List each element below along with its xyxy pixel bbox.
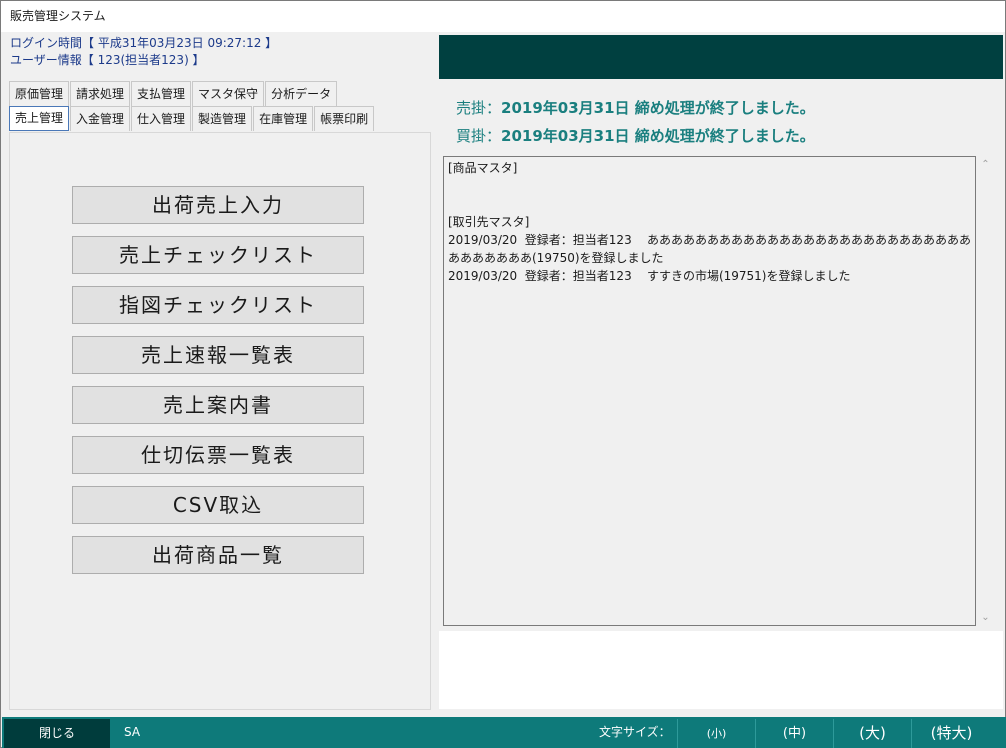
sales-flash-report-button[interactable]: 売上速報一覧表 — [72, 336, 364, 374]
header-bar — [439, 35, 1003, 79]
log-line: 2019/03/20 登録者：担当者123 ああああああああああああああああああ… — [448, 233, 971, 265]
sales-notice-text: 2019年03月31日 締め処理が終了しました。 — [501, 99, 815, 117]
blank-area — [439, 631, 1003, 709]
purchase-close-notice: 買掛：2019年03月31日 締め処理が終了しました。 — [456, 125, 815, 146]
tab-receipts[interactable]: 入金管理 — [70, 106, 131, 131]
tab-cost[interactable]: 原価管理 — [9, 81, 70, 106]
tab-inventory[interactable]: 在庫管理 — [253, 106, 314, 131]
log-line: 2019/03/20 登録者：担当者123 すすきの市場(19751)を登録しま… — [448, 269, 851, 283]
scroll-down-icon[interactable]: ⌄ — [977, 609, 994, 626]
log-line: ​ — [448, 177, 971, 195]
scroll-up-icon[interactable]: ⌃ — [977, 156, 994, 173]
window-title: 販売管理システム — [1, 1, 1005, 32]
tab-payment[interactable]: 支払管理 — [131, 81, 192, 106]
sales-label: 売掛： — [456, 99, 502, 117]
sales-checklist-button[interactable]: 売上チェックリスト — [72, 236, 364, 274]
user-info: ユーザー情報【 123(担当者123) 】 — [10, 53, 205, 67]
login-info: ログイン時間【 平成31年03月23日 09:27:12 】 ユーザー情報【 1… — [10, 35, 277, 69]
tab-billing[interactable]: 請求処理 — [70, 81, 131, 106]
font-size-label: 文字サイズ： — [599, 725, 671, 739]
font-small-button[interactable]: (小) — [677, 719, 755, 748]
tab-analysis[interactable]: 分析データ — [265, 81, 338, 106]
purchase-label: 買掛： — [456, 127, 502, 145]
shipment-sales-entry-button[interactable]: 出荷売上入力 — [72, 186, 364, 224]
login-time: ログイン時間【 平成31年03月23日 09:27:12 】 — [10, 36, 278, 50]
tab-purchasing[interactable]: 仕入管理 — [131, 106, 192, 131]
tab-reports[interactable]: 帳票印刷 — [314, 106, 375, 131]
user-code: SA — [124, 725, 141, 739]
tab-manufacturing[interactable]: 製造管理 — [192, 106, 253, 131]
tab-sales[interactable]: 売上管理 — [9, 106, 70, 131]
close-button[interactable]: 閉じる — [4, 719, 110, 748]
sales-tab-panel: 出荷売上入力 売上チェックリスト 指図チェックリスト 売上速報一覧表 売上案内書… — [9, 132, 431, 710]
activity-log[interactable]: [商品マスタ] ​ ​ [取引先マスタ] 2019/03/20 登録者：担当者1… — [443, 156, 976, 626]
footer-bar: 閉じる SA 文字サイズ： (小) (中) (大) (特大) — [2, 717, 1006, 748]
sales-guide-button[interactable]: 売上案内書 — [72, 386, 364, 424]
tabs-top-row: 原価管理 請求処理 支払管理 マスタ保守 分析データ — [9, 81, 338, 106]
log-scrollbar[interactable]: ⌃ ⌄ — [977, 156, 994, 626]
sales-close-notice: 売掛：2019年03月31日 締め処理が終了しました。 — [456, 97, 815, 118]
purchase-notice-text: 2019年03月31日 締め処理が終了しました。 — [501, 127, 815, 145]
app-window: 販売管理システム ログイン時間【 平成31年03月23日 09:27:12 】 … — [0, 0, 1006, 748]
instruction-checklist-button[interactable]: 指図チェックリスト — [72, 286, 364, 324]
tabs-bottom-row: 売上管理 入金管理 仕入管理 製造管理 在庫管理 帳票印刷 — [9, 106, 375, 131]
font-medium-button[interactable]: (中) — [755, 719, 833, 748]
log-line: ​ — [448, 195, 971, 213]
shipped-products-list-button[interactable]: 出荷商品一覧 — [72, 536, 364, 574]
font-large-button[interactable]: (大) — [833, 719, 911, 748]
csv-import-button[interactable]: CSV取込 — [72, 486, 364, 524]
log-line: [取引先マスタ] — [448, 215, 530, 229]
log-line: [商品マスタ] — [448, 161, 518, 175]
tab-master[interactable]: マスタ保守 — [192, 81, 265, 106]
invoice-slip-list-button[interactable]: 仕切伝票一覧表 — [72, 436, 364, 474]
font-xlarge-button[interactable]: (特大) — [911, 719, 991, 748]
